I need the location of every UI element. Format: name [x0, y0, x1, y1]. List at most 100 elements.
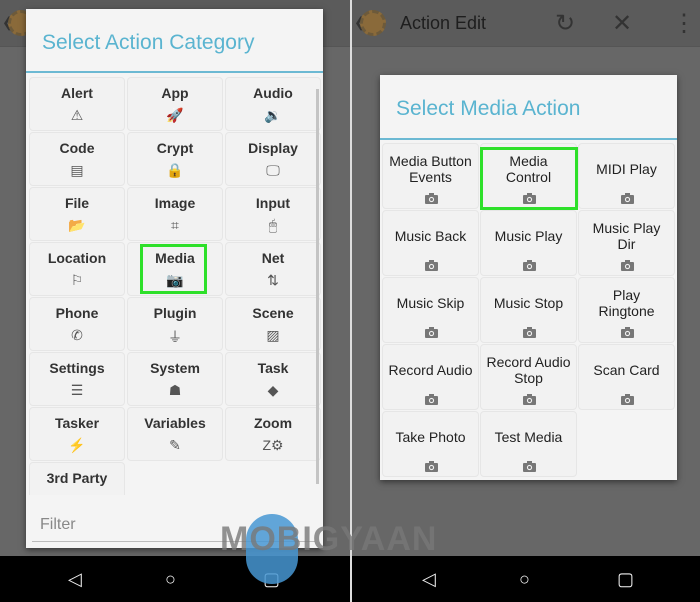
category-input[interactable]: Input 🖱: [225, 187, 321, 241]
camera-icon: [425, 191, 438, 209]
selected-highlight: [140, 244, 207, 294]
action-scan-card[interactable]: Scan Card: [578, 344, 675, 410]
category-icon: ◆: [267, 382, 279, 398]
watermark: MOBIGYAAN: [220, 520, 438, 558]
action-music-back[interactable]: Music Back: [382, 210, 479, 276]
camera-icon: [523, 459, 536, 477]
dialog-title: Select Media Action: [396, 97, 581, 120]
category-icon: Z⚙: [262, 437, 284, 453]
category-plugin[interactable]: Plugin ⏚: [127, 297, 223, 351]
category-icon: 🖱: [268, 217, 278, 233]
selected-highlight: [480, 147, 578, 210]
category-icon: 🚀: [166, 107, 184, 123]
category-label: Settings: [49, 360, 105, 376]
category-label: Crypt: [156, 140, 194, 156]
camera-icon: [523, 325, 536, 343]
category-icon: 📂: [68, 217, 86, 233]
category-task[interactable]: Task ◆: [225, 352, 321, 406]
camera-icon: [621, 325, 634, 343]
action-label: Music Play Dir: [592, 220, 661, 252]
category-icon: ☗: [168, 382, 182, 398]
category-icon: ⇅: [267, 272, 279, 288]
action-label: Test Media: [494, 429, 563, 445]
category-settings[interactable]: Settings ☰: [29, 352, 125, 406]
action-record-audio-stop[interactable]: Record Audio Stop: [480, 344, 577, 410]
action-music-play-dir[interactable]: Music Play Dir: [578, 210, 675, 276]
category-crypt[interactable]: Crypt 🔒: [127, 132, 223, 186]
action-label: Music Skip: [396, 295, 465, 311]
category-label: Phone: [55, 305, 99, 321]
action-test-media[interactable]: Test Media: [480, 411, 577, 477]
action-label: Record Audio: [388, 362, 473, 378]
category-alert[interactable]: Alert ⚠: [29, 77, 125, 131]
action-label: MIDI Play: [596, 161, 657, 177]
category-variables[interactable]: Variables ✎: [127, 407, 223, 461]
category-label: Alert: [61, 85, 93, 101]
undo-icon[interactable]: ↻: [555, 9, 575, 38]
app-bar: ❮ Action Edit ↻ ✕ ⋮: [352, 0, 700, 47]
action-label: Music Stop: [493, 295, 564, 311]
action-music-skip[interactable]: Music Skip: [382, 277, 479, 343]
category-system[interactable]: System ☗: [127, 352, 223, 406]
right-screen: ❮ Action Edit ↻ ✕ ⋮ Select Media Action …: [352, 0, 700, 556]
action-play-ringtone[interactable]: Play Ringtone: [578, 277, 675, 343]
camera-icon: [425, 459, 438, 477]
category-tasker[interactable]: Tasker ⚡: [29, 407, 125, 461]
category-label: Location: [47, 250, 107, 266]
action-label: Music Play: [494, 228, 563, 244]
action-midi-play[interactable]: MIDI Play: [578, 143, 675, 209]
category-icon: ✆: [71, 327, 83, 343]
nav-bar-right: ◁ ○ ▢: [352, 556, 700, 602]
category-display[interactable]: Display 🖵: [225, 132, 321, 186]
category-label: Variables: [144, 415, 206, 431]
category-image[interactable]: Image ⌗: [127, 187, 223, 241]
category-label: 3rd Party: [46, 470, 108, 486]
back-nav-icon[interactable]: ◁: [422, 569, 436, 590]
category-audio[interactable]: Audio 🔉: [225, 77, 321, 131]
action-label: Take Photo: [395, 429, 466, 445]
category-location[interactable]: Location ⚐: [29, 242, 125, 296]
category-icon: 🖵: [266, 162, 280, 178]
category-phone[interactable]: Phone ✆: [29, 297, 125, 351]
category-icon: 🔉: [264, 107, 282, 123]
action-take-photo[interactable]: Take Photo: [382, 411, 479, 477]
action-music-play[interactable]: Music Play: [480, 210, 577, 276]
filter-input[interactable]: Filter: [40, 516, 76, 534]
action-media-button-events[interactable]: Media Button Events: [382, 143, 479, 209]
category-label: Plugin: [153, 305, 197, 321]
camera-icon: [621, 191, 634, 209]
action-music-stop[interactable]: Music Stop: [480, 277, 577, 343]
home-nav-icon[interactable]: ○: [165, 569, 176, 590]
category-zoom[interactable]: Zoom Z⚙: [225, 407, 321, 461]
category-icon: ⌗: [171, 217, 179, 233]
category-file[interactable]: File 📂: [29, 187, 125, 241]
category-app[interactable]: App 🚀: [127, 77, 223, 131]
scrollbar[interactable]: [316, 89, 319, 484]
category-label: Zoom: [253, 415, 293, 431]
category-scene[interactable]: Scene ▨: [225, 297, 321, 351]
action-record-audio[interactable]: Record Audio: [382, 344, 479, 410]
category-icon: ✎: [169, 437, 181, 453]
close-icon[interactable]: ✕: [612, 9, 632, 38]
camera-icon: [425, 325, 438, 343]
category-icon: ⚠: [70, 107, 84, 123]
tasker-logo-icon: [360, 10, 386, 36]
home-nav-icon[interactable]: ○: [519, 569, 530, 590]
more-icon[interactable]: ⋮: [672, 9, 696, 38]
category-label: Net: [261, 250, 285, 266]
category-label: App: [161, 85, 189, 101]
action-label: Scan Card: [593, 362, 660, 378]
back-nav-icon[interactable]: ◁: [68, 569, 82, 590]
category-label: Image: [154, 195, 196, 211]
action-label: Music Back: [394, 228, 467, 244]
category-icon: ▨: [266, 327, 280, 343]
category-icon: ☰: [70, 382, 84, 398]
recents-nav-icon[interactable]: ▢: [617, 569, 634, 590]
category-3rd-party[interactable]: 3rd Party ☁: [29, 462, 125, 495]
category-icon: ⚡: [68, 437, 86, 453]
category-code[interactable]: Code ▤: [29, 132, 125, 186]
camera-icon: [621, 392, 634, 410]
camera-icon: [621, 258, 634, 276]
category-net[interactable]: Net ⇅: [225, 242, 321, 296]
app-title: Action Edit: [400, 13, 487, 33]
